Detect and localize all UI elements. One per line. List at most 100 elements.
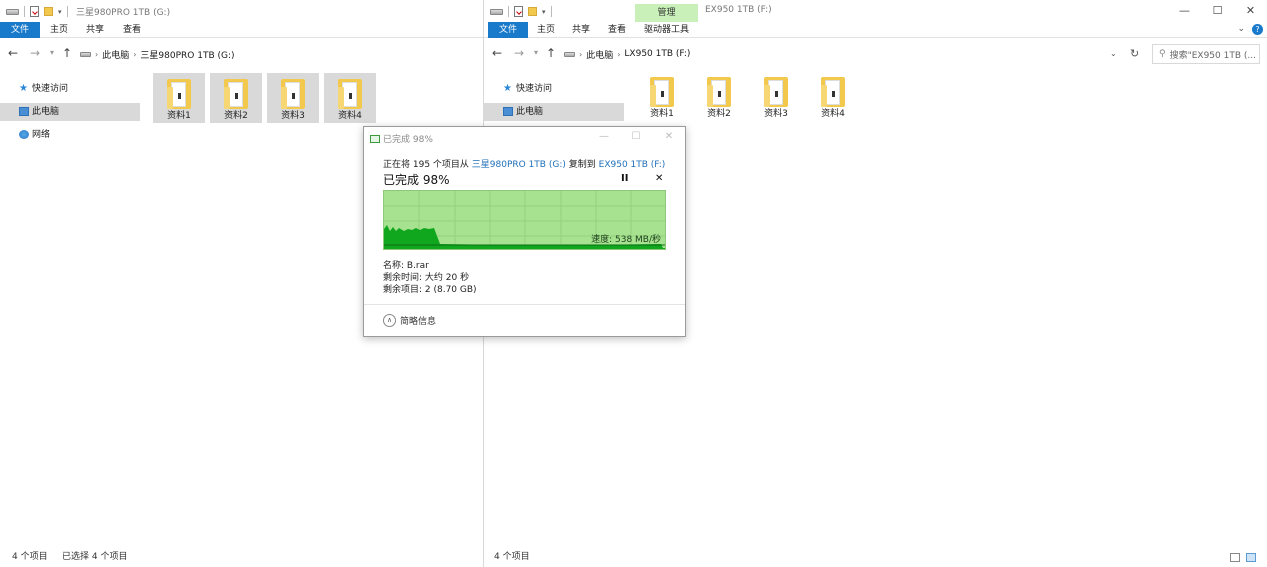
search-input[interactable]: ⚲ 搜索"EX950 1TB (... bbox=[1152, 44, 1260, 64]
folder-icon bbox=[338, 79, 362, 109]
close-icon[interactable]: ✕ bbox=[1234, 0, 1267, 22]
sidebar-item-quick-access[interactable]: ★ 快速访问 bbox=[484, 80, 624, 98]
separator bbox=[550, 6, 552, 17]
tab-drive-tools[interactable]: 驱动器工具 bbox=[635, 22, 698, 38]
folder-item[interactable]: 资料4 bbox=[807, 71, 859, 121]
dialog-title-bar: 已完成 98% bbox=[370, 132, 433, 145]
divider bbox=[364, 304, 685, 305]
up-icon[interactable]: ↑ bbox=[62, 46, 72, 60]
customize-toolbar-icon[interactable]: ▾ bbox=[542, 8, 546, 16]
folder-item[interactable]: 资料3 bbox=[267, 73, 319, 123]
breadcrumb-drive[interactable]: LX950 1TB (F:) bbox=[624, 49, 690, 59]
expand-ribbon-icon[interactable]: ⌄ bbox=[1237, 24, 1245, 34]
percent-complete: 已完成 98% bbox=[383, 173, 450, 187]
back-icon[interactable]: ← bbox=[492, 46, 502, 60]
tab-share[interactable]: 共享 bbox=[78, 22, 112, 38]
sidebar-item-this-pc[interactable]: 此电脑 bbox=[0, 103, 140, 121]
window-title: 三星980PRO 1TB (G:) bbox=[76, 8, 171, 18]
address-dropdown-icon[interactable]: ⌄ bbox=[1110, 49, 1117, 58]
fewer-details-label: 简略信息 bbox=[400, 317, 437, 327]
chevron-right-icon[interactable]: › bbox=[579, 50, 582, 59]
sidebar-item-label: 网络 bbox=[32, 130, 51, 140]
recent-locations-icon[interactable]: ▾ bbox=[50, 48, 54, 57]
fewer-details-toggle[interactable]: ∧ 简略信息 bbox=[383, 314, 436, 327]
title-bar: ▾ 管理 EX950 1TB (F:) — ☐ ✕ bbox=[484, 0, 1267, 22]
details-view-icon[interactable] bbox=[1230, 553, 1240, 562]
help-icon[interactable]: ? bbox=[1252, 24, 1263, 35]
separator bbox=[66, 6, 68, 17]
chevron-right-icon[interactable]: › bbox=[133, 50, 136, 59]
cancel-icon[interactable]: ✕ bbox=[655, 173, 663, 184]
context-tab-header: 管理 bbox=[635, 4, 698, 22]
large-icons-view-icon[interactable] bbox=[1246, 553, 1256, 562]
tab-file[interactable]: 文件 bbox=[0, 22, 40, 38]
breadcrumb-this-pc[interactable]: 此电脑 bbox=[102, 48, 129, 61]
sidebar-item-this-pc[interactable]: 此电脑 bbox=[484, 103, 624, 121]
minimize-icon[interactable]: — bbox=[594, 129, 614, 145]
computer-icon bbox=[503, 107, 513, 116]
status-bar: 4 个项目 bbox=[484, 547, 1267, 567]
maximize-icon[interactable]: ☐ bbox=[626, 129, 646, 145]
tab-file[interactable]: 文件 bbox=[488, 22, 528, 38]
chevron-up-icon: ∧ bbox=[383, 314, 396, 327]
breadcrumb-drive[interactable]: 三星980PRO 1TB (G:) bbox=[140, 48, 234, 61]
address-row: ← → ▾ ↑ › 此电脑 › 三星980PRO 1TB (G:) bbox=[0, 42, 483, 66]
items-remaining: 剩余项目: 2 (8.70 GB) bbox=[383, 285, 477, 295]
refresh-icon[interactable]: ↻ bbox=[1130, 47, 1139, 60]
tab-view[interactable]: 查看 bbox=[600, 22, 634, 38]
minimize-icon[interactable]: — bbox=[1168, 0, 1201, 22]
item-count: 4 个项目 bbox=[494, 552, 530, 562]
chevron-right-icon[interactable]: › bbox=[95, 50, 98, 59]
item-count: 4 个项目 bbox=[12, 552, 48, 562]
back-icon[interactable]: ← bbox=[8, 46, 18, 60]
tab-home[interactable]: 主页 bbox=[529, 22, 563, 38]
tab-view[interactable]: 查看 bbox=[115, 22, 149, 38]
chevron-right-icon[interactable]: › bbox=[617, 50, 620, 59]
folder-item[interactable]: 资料2 bbox=[693, 71, 745, 121]
folder-item[interactable]: 资料3 bbox=[750, 71, 802, 121]
folder-label: 资料3 bbox=[764, 109, 788, 119]
forward-icon[interactable]: → bbox=[514, 46, 524, 60]
folder-item[interactable]: 资料1 bbox=[153, 73, 205, 123]
copy-middle: 复制到 bbox=[568, 160, 596, 170]
quick-access-toolbar: ▾ bbox=[490, 5, 557, 18]
source-link[interactable]: 三星980PRO 1TB (G:) bbox=[472, 160, 566, 170]
drive-icon bbox=[6, 8, 19, 15]
address-bar[interactable]: › 此电脑 › LX950 1TB (F:) bbox=[560, 44, 1148, 64]
folder-label: 资料4 bbox=[338, 111, 362, 121]
folder-item[interactable]: 资料1 bbox=[636, 71, 688, 121]
star-icon: ★ bbox=[19, 83, 28, 94]
sidebar-item-quick-access[interactable]: ★ 快速访问 bbox=[0, 80, 140, 98]
up-icon[interactable]: ↑ bbox=[546, 46, 556, 60]
folder-label: 资料4 bbox=[821, 109, 845, 119]
pause-icon[interactable]: II bbox=[621, 173, 628, 184]
folder-item[interactable]: 资料2 bbox=[210, 73, 262, 123]
star-icon: ★ bbox=[503, 83, 512, 94]
new-folder-icon[interactable] bbox=[44, 7, 53, 16]
drive-icon bbox=[490, 8, 503, 15]
tab-share[interactable]: 共享 bbox=[564, 22, 598, 38]
dialog-title: 已完成 98% bbox=[383, 135, 433, 145]
sidebar-item-network[interactable]: 网络 bbox=[0, 126, 140, 144]
sidebar-item-label: 此电脑 bbox=[32, 107, 60, 117]
breadcrumb-this-pc[interactable]: 此电脑 bbox=[586, 48, 613, 61]
folder-item[interactable]: 资料4 bbox=[324, 73, 376, 123]
maximize-icon[interactable]: ☐ bbox=[1201, 0, 1234, 22]
customize-toolbar-icon[interactable]: ▾ bbox=[58, 8, 62, 16]
tab-home[interactable]: 主页 bbox=[42, 22, 76, 38]
forward-icon[interactable]: → bbox=[30, 46, 40, 60]
folder-icon bbox=[224, 79, 248, 109]
close-icon[interactable]: ✕ bbox=[659, 129, 679, 145]
folder-label: 资料1 bbox=[650, 109, 674, 119]
folder-icon bbox=[650, 77, 674, 107]
address-bar[interactable]: › 此电脑 › 三星980PRO 1TB (G:) bbox=[76, 44, 486, 64]
selected-count: 已选择 4 个项目 bbox=[62, 552, 128, 562]
recent-locations-icon[interactable]: ▾ bbox=[534, 48, 538, 57]
new-folder-icon[interactable] bbox=[528, 7, 537, 16]
search-placeholder: 搜索"EX950 1TB (... bbox=[1169, 50, 1256, 61]
properties-icon[interactable] bbox=[30, 6, 39, 17]
sidebar-item-label: 快速访问 bbox=[516, 84, 553, 94]
properties-icon[interactable] bbox=[514, 6, 523, 17]
destination-link[interactable]: EX950 1TB (F:) bbox=[599, 160, 666, 170]
folder-label: 资料2 bbox=[224, 111, 248, 121]
